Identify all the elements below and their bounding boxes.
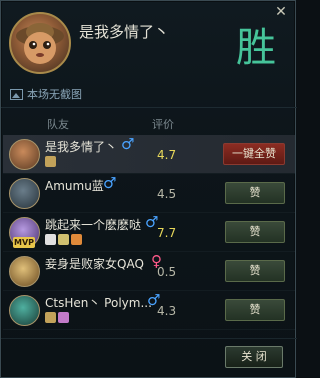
teammate-name: 是我多情了丶 [45, 140, 118, 154]
avatar [9, 178, 40, 209]
avatar [9, 139, 40, 170]
praise-button[interactable]: 赞 [225, 182, 285, 204]
post-game-rating-panel: ✕ 是我多情了丶 胜 本场无截图 队友 评价 是我多情了丶 ♂ 4.7 一键全赞… [0, 0, 297, 378]
footer-divider [1, 338, 297, 339]
badge-strip [45, 156, 56, 167]
teammate-score: 4.3 [157, 304, 177, 318]
table-row: Amumu蓝 ♂ 4.5 赞 [3, 174, 295, 213]
teammate-score: 4.7 [157, 148, 177, 162]
match-result: 胜 [236, 25, 277, 71]
emblem-icon [45, 312, 56, 323]
close-button[interactable]: 关 闭 [225, 346, 283, 368]
table-row: 是我多情了丶 ♂ 4.7 一键全赞 [3, 135, 295, 174]
teemo-portrait-icon [16, 23, 64, 64]
badge-strip [45, 234, 82, 245]
emblem-icon [45, 156, 56, 167]
hero-avatar [9, 12, 71, 74]
teammate-name: Amumu蓝 [45, 179, 104, 193]
column-header-rating: 评价 [152, 118, 174, 131]
screenshot-link[interactable]: 本场无截图 [10, 86, 82, 102]
fire-icon [71, 234, 82, 245]
badge-strip [45, 312, 69, 323]
teammate-name: CtsHen丶 Polym... [45, 296, 152, 310]
teammate-name: 妾身是败家女QAQ [45, 257, 144, 271]
gold-icon [58, 234, 69, 245]
column-header-team: 队友 [47, 118, 69, 131]
praise-all-button[interactable]: 一键全赞 [223, 143, 285, 165]
avatar [9, 256, 40, 287]
table-header: 队友 评价 [1, 107, 297, 135]
skull-icon [58, 312, 69, 323]
teammate-list: 是我多情了丶 ♂ 4.7 一键全赞 Amumu蓝 ♂ 4.5 赞 MVP 跳起来… [3, 135, 295, 330]
avatar [9, 295, 40, 326]
teammate-score: 7.7 [157, 226, 177, 240]
teammate-score: 0.5 [157, 265, 177, 279]
kill-icon [45, 234, 56, 245]
image-icon [10, 88, 23, 100]
male-icon: ♂ [121, 135, 135, 153]
praise-button[interactable]: 赞 [225, 299, 285, 321]
praise-button[interactable]: 赞 [225, 221, 285, 243]
male-icon: ♂ [103, 174, 117, 192]
table-row: CtsHen丶 Polym... ♂ 4.3 赞 [3, 291, 295, 330]
teammate-name: 跳起来一个麽麽哒 [45, 218, 142, 232]
table-row: MVP 跳起来一个麽麽哒 ♂ 7.7 赞 [3, 213, 295, 252]
mvp-badge: MVP [13, 237, 35, 248]
table-row: 妾身是败家女QAQ ♀ 0.5 赞 [3, 252, 295, 291]
praise-button[interactable]: 赞 [225, 260, 285, 282]
player-name: 是我多情了丶 [79, 23, 170, 41]
teammate-score: 4.5 [157, 187, 177, 201]
screenshot-label: 本场无截图 [27, 88, 82, 101]
